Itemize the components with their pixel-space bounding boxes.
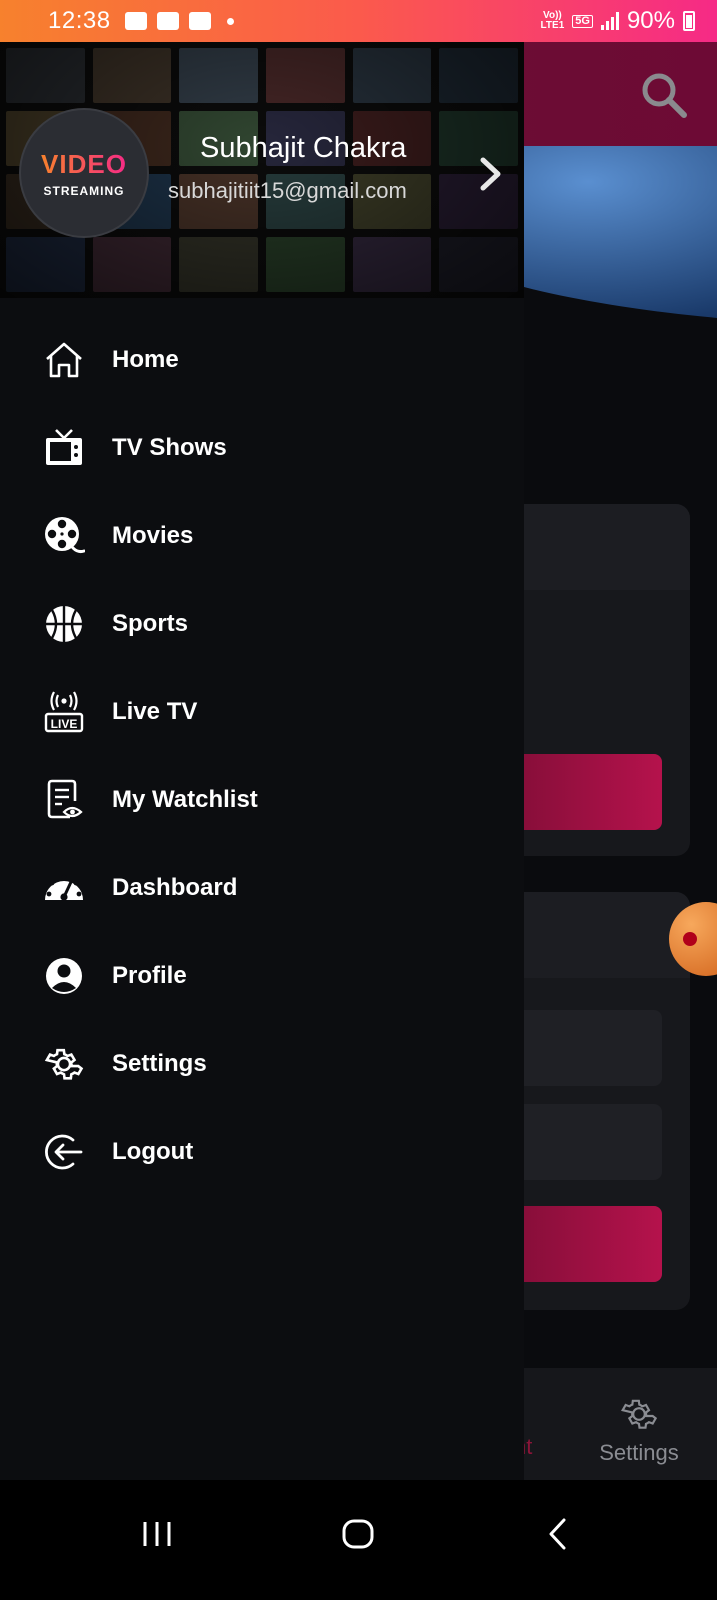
drawer-item-home[interactable]: Home (0, 316, 524, 404)
drawer-item-label: Settings (112, 1050, 207, 1077)
recent-apps-icon[interactable] (140, 1514, 174, 1554)
drawer-header[interactable]: VIDEO STREAMING Subhajit Chakra subhajit… (0, 42, 524, 298)
system-navigation-bar (0, 1480, 717, 1600)
gear-icon (42, 1042, 86, 1086)
drawer-item-live-tv[interactable]: LIVE Live TV (0, 668, 524, 756)
gallery-icon (124, 12, 147, 30)
battery-icon (683, 11, 695, 31)
drawer-item-dashboard[interactable]: Dashboard (0, 844, 524, 932)
gear-icon (621, 1399, 658, 1429)
drawer-item-profile[interactable]: Profile (0, 932, 524, 1020)
home-icon (42, 338, 86, 382)
network-volte-icon: Vo)) LTE1 (540, 10, 565, 31)
home-nav-icon[interactable] (340, 1514, 376, 1554)
drawer-item-label: Logout (112, 1138, 194, 1165)
dashboard-icon (42, 866, 86, 910)
search-icon[interactable] (639, 70, 689, 120)
drawer-item-label: Home (112, 346, 179, 373)
user-email: subhajitiit15@gmail.com (168, 178, 407, 203)
status-bar: 12:38 Vo)) LTE1 5G 90% (0, 0, 717, 42)
drawer-menu: Home TV Shows Movies Sports LIVE Live TV (0, 316, 524, 1196)
user-name: Subhajit Chakra (200, 132, 407, 164)
chevron-right-icon[interactable] (478, 154, 504, 194)
profile-icon (42, 954, 86, 998)
live-tv-icon: LIVE (42, 690, 86, 734)
logo-text-streaming: STREAMING (43, 183, 125, 198)
drawer-item-label: TV Shows (112, 434, 227, 461)
bottom-nav-item-settings[interactable]: Settings (589, 1394, 689, 1466)
video-icon (156, 12, 179, 30)
navigation-drawer: VIDEO STREAMING Subhajit Chakra subhajit… (0, 42, 524, 1480)
signal-icon (600, 12, 619, 30)
battery-percent: 90% (626, 7, 675, 34)
drawer-item-label: My Watchlist (112, 786, 258, 813)
drawer-item-label: Movies (112, 522, 194, 549)
drawer-item-settings[interactable]: Settings (0, 1020, 524, 1108)
youtube-icon (188, 12, 211, 30)
logout-icon (42, 1130, 86, 1174)
more-notifications-icon (226, 17, 234, 25)
basketball-icon (42, 602, 86, 646)
watchlist-icon (42, 778, 86, 822)
drawer-item-label: Sports (112, 610, 189, 637)
drawer-item-logout[interactable]: Logout (0, 1108, 524, 1196)
bottom-nav-settings-label: Settings (599, 1440, 679, 1465)
status-time: 12:38 (48, 7, 111, 34)
drawer-item-tv-shows[interactable]: TV Shows (0, 404, 524, 492)
svg-text:LIVE: LIVE (51, 717, 78, 731)
notification-icons (124, 12, 234, 30)
drawer-item-sports[interactable]: Sports (0, 580, 524, 668)
drawer-item-movies[interactable]: Movies (0, 492, 524, 580)
back-icon[interactable] (546, 1514, 570, 1554)
drawer-item-label: Dashboard (112, 874, 238, 901)
app-logo: VIDEO STREAMING (19, 108, 149, 238)
film-reel-icon (42, 514, 86, 558)
tv-icon (42, 426, 86, 470)
drawer-item-label: Profile (112, 962, 187, 989)
drawer-item-label: Live TV (112, 698, 198, 725)
drawer-item-my-watchlist[interactable]: My Watchlist (0, 756, 524, 844)
logo-text-video: VIDEO (41, 148, 127, 179)
network-5g-icon: 5G (572, 14, 593, 28)
